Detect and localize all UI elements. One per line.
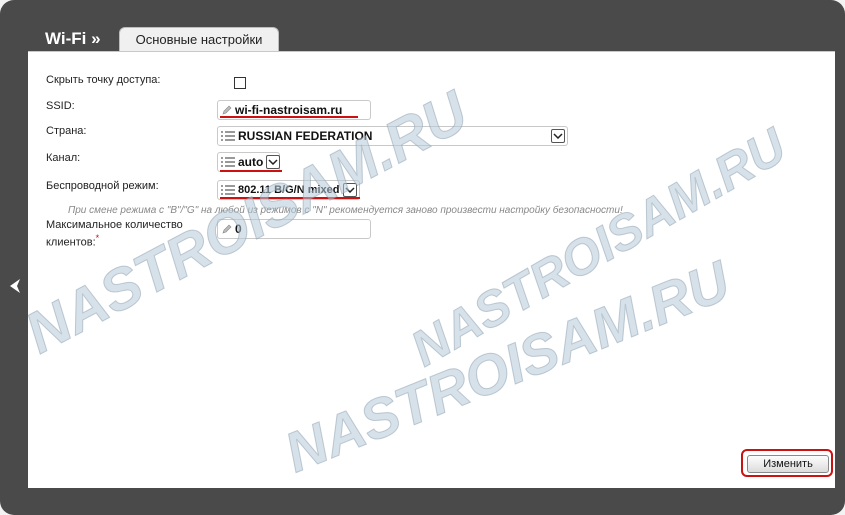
chevron-down-icon[interactable]	[342, 183, 357, 197]
hide-ap-checkbox[interactable]	[234, 77, 246, 89]
mode-label: Беспроводной режим:	[46, 180, 159, 192]
pencil-icon	[222, 105, 232, 115]
country-value: RUSSIAN FEDERATION	[238, 129, 373, 143]
hide-ap-label: Скрыть точку доступа:	[46, 74, 161, 86]
pencil-icon	[222, 224, 232, 234]
page-title: Wi-Fi »	[45, 29, 101, 48]
mode-value: 802.11 B/G/N mixed	[238, 184, 340, 196]
country-select[interactable]: RUSSIAN FEDERATION	[217, 126, 568, 146]
list-icon	[221, 131, 235, 141]
mode-change-note: При смене режима с "B"/"G" на любой из р…	[68, 205, 623, 216]
ssid-value: wi-fi-nastroisam.ru	[235, 103, 343, 117]
list-icon	[221, 185, 235, 195]
channel-select[interactable]: auto	[217, 152, 281, 172]
channel-label: Канал:	[46, 152, 81, 164]
country-label: Страна:	[46, 125, 87, 137]
apply-button[interactable]: Изменить	[747, 455, 829, 473]
max-clients-label: Максимальное количество клиентов:*	[46, 219, 183, 250]
max-clients-label-line2: клиентов:	[46, 236, 96, 249]
chevron-left-icon[interactable]	[8, 278, 22, 294]
tab-basic-settings[interactable]: Основные настройки	[119, 27, 279, 51]
ssid-label: SSID:	[46, 100, 75, 112]
max-clients-label-line1: Максимальное количество	[46, 219, 183, 231]
settings-panel	[28, 51, 835, 488]
list-icon	[221, 157, 235, 167]
mode-highlight	[220, 197, 360, 199]
max-clients-input[interactable]: 0	[217, 219, 371, 239]
max-clients-value: 0	[235, 222, 242, 236]
channel-highlight	[220, 170, 282, 172]
ssid-highlight	[220, 116, 358, 118]
required-mark: *	[95, 233, 100, 243]
channel-value: auto	[238, 155, 264, 169]
chevron-down-icon[interactable]	[551, 129, 565, 143]
chevron-down-icon[interactable]	[266, 155, 281, 169]
